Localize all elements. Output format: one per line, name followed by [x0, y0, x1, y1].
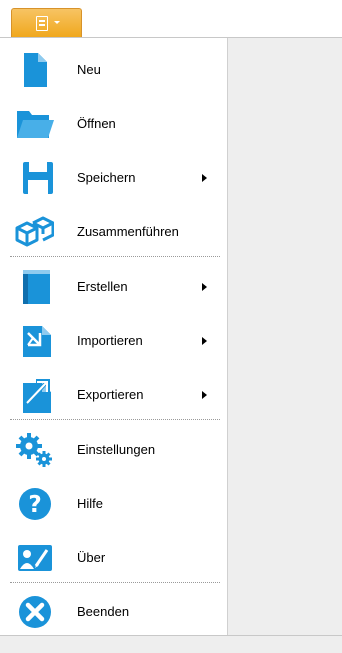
- menu-separator: [10, 419, 220, 420]
- menu-item-label: Exportieren: [77, 387, 144, 402]
- title-bar: [0, 0, 342, 38]
- menu-item-zusammenfuehren[interactable]: Zusammenführen: [0, 205, 227, 259]
- menu-item-neu[interactable]: Neu: [0, 43, 227, 97]
- submenu-arrow-icon: [202, 174, 207, 182]
- about-icon: [14, 540, 54, 576]
- menu-item-oeffnen[interactable]: Öffnen: [0, 97, 227, 151]
- menu-separator: [10, 582, 220, 583]
- new-document-icon: [14, 52, 54, 88]
- app-menu-icon: [36, 16, 48, 31]
- merge-cubes-icon: [14, 214, 54, 250]
- status-bar: [0, 635, 342, 653]
- menu-item-ueber[interactable]: Über: [0, 531, 227, 585]
- menu-item-label: Neu: [77, 62, 101, 77]
- svg-text:?: ?: [28, 492, 41, 518]
- help-icon: ?: [14, 486, 54, 522]
- import-icon: [14, 323, 54, 359]
- menu-item-label: Erstellen: [77, 279, 128, 294]
- book-icon: [14, 269, 54, 305]
- menu-item-erstellen[interactable]: Erstellen: [0, 260, 227, 314]
- close-icon: [14, 594, 54, 630]
- application-menu: Neu Öffnen Speichern Zusammenführen Erst…: [0, 38, 227, 635]
- submenu-arrow-icon: [202, 391, 207, 399]
- folder-open-icon: [14, 106, 54, 142]
- submenu-arrow-icon: [202, 283, 207, 291]
- menu-separator: [10, 256, 220, 257]
- menu-item-einstellungen[interactable]: Einstellungen: [0, 423, 227, 477]
- menu-item-speichern[interactable]: Speichern: [0, 151, 227, 205]
- chevron-down-icon: [54, 21, 60, 24]
- menu-item-hilfe[interactable]: ? Hilfe: [0, 477, 227, 531]
- submenu-arrow-icon: [202, 337, 207, 345]
- menu-item-label: Hilfe: [77, 496, 104, 511]
- menu-item-beenden[interactable]: Beenden: [0, 585, 227, 639]
- menu-item-importieren[interactable]: Importieren: [0, 314, 227, 368]
- save-icon: [14, 160, 54, 196]
- gears-icon: [14, 432, 54, 468]
- menu-item-label: Öffnen: [77, 116, 116, 131]
- export-icon: [14, 377, 54, 413]
- menu-item-exportieren[interactable]: Exportieren: [0, 368, 227, 422]
- app-menu-button[interactable]: [11, 8, 82, 37]
- menu-item-label: Über: [77, 550, 106, 565]
- menu-item-label: Speichern: [77, 170, 136, 185]
- menu-item-label: Einstellungen: [77, 442, 156, 457]
- menu-item-label: Importieren: [77, 333, 143, 348]
- menu-item-label: Zusammenführen: [77, 224, 179, 239]
- menu-item-label: Beenden: [77, 604, 130, 619]
- content-area: [227, 38, 342, 635]
